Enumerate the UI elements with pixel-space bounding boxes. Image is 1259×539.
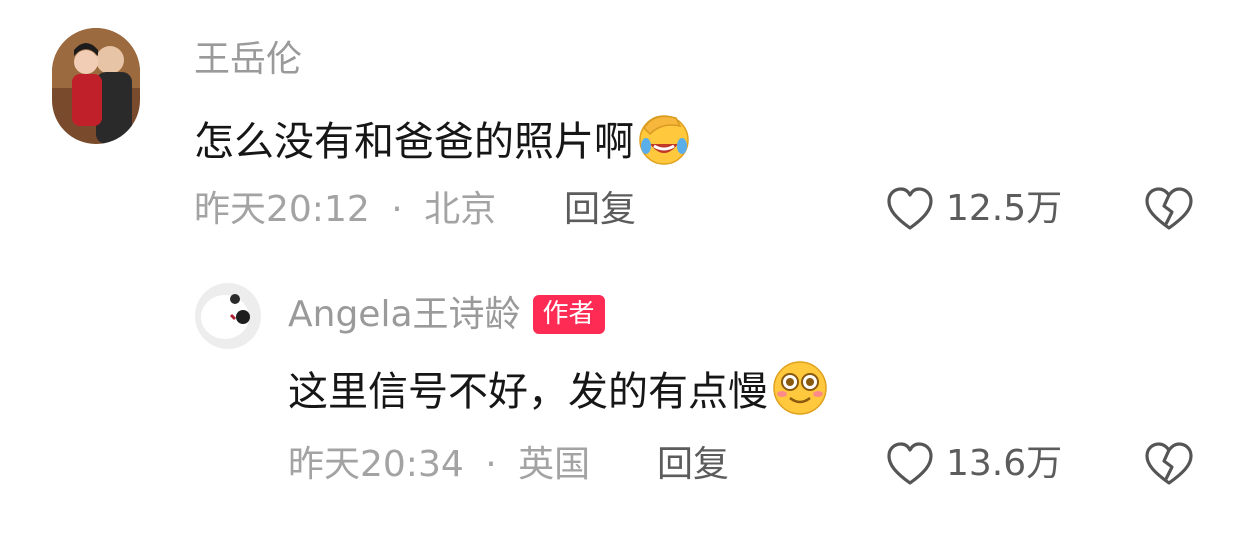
broken-heart-icon [1145,442,1193,485]
reply-location: 英国 [518,444,591,485]
comment-time: 昨天20:12 [194,189,370,230]
crying-laughing-facepalm-emoji-icon [636,110,692,173]
replier-avatar[interactable] [195,283,261,349]
heart-outline-icon [887,187,933,230]
commenter-avatar-image [52,28,140,144]
commenter-avatar[interactable] [52,28,140,144]
comment-text-row: 怎么没有和爸爸的照片啊 [194,110,692,173]
replier-name[interactable]: Angela王诗龄 [288,296,521,333]
heart-outline-icon [887,442,933,485]
commenter-name[interactable]: 王岳伦 [194,42,302,78]
replier-avatar-image [195,283,261,349]
reply-text: 这里信号不好，发的有点慢 [288,368,768,415]
broken-heart-icon [1145,187,1193,230]
comment-like-count: 12.5万 [946,188,1063,229]
comment-text: 怎么没有和爸爸的照片啊 [194,118,634,165]
reply-reply-button[interactable]: 回复 [657,447,729,483]
comment-meta: 昨天20:12 · 北京 [194,192,496,228]
meta-separator: · [485,444,497,485]
reply-time: 昨天20:34 [288,444,464,485]
replier-name-row: Angela王诗龄 作者 [288,295,605,335]
author-badge: 作者 [532,295,605,335]
reply-meta: 昨天20:34 · 英国 [288,447,590,483]
meta-separator: · [391,189,403,230]
smiling-face-emoji-icon [770,360,830,423]
reply-dislike-button[interactable] [1144,441,1194,491]
reply-text-row: 这里信号不好，发的有点慢 [288,360,830,423]
reply-like-button[interactable]: 13.6万 [886,441,1062,487]
comment-like-button[interactable]: 12.5万 [886,186,1062,232]
comment-dislike-button[interactable] [1144,186,1194,236]
comment-location: 北京 [424,189,497,230]
comment-reply-button[interactable]: 回复 [564,192,636,228]
reply-like-count: 13.6万 [946,443,1063,484]
